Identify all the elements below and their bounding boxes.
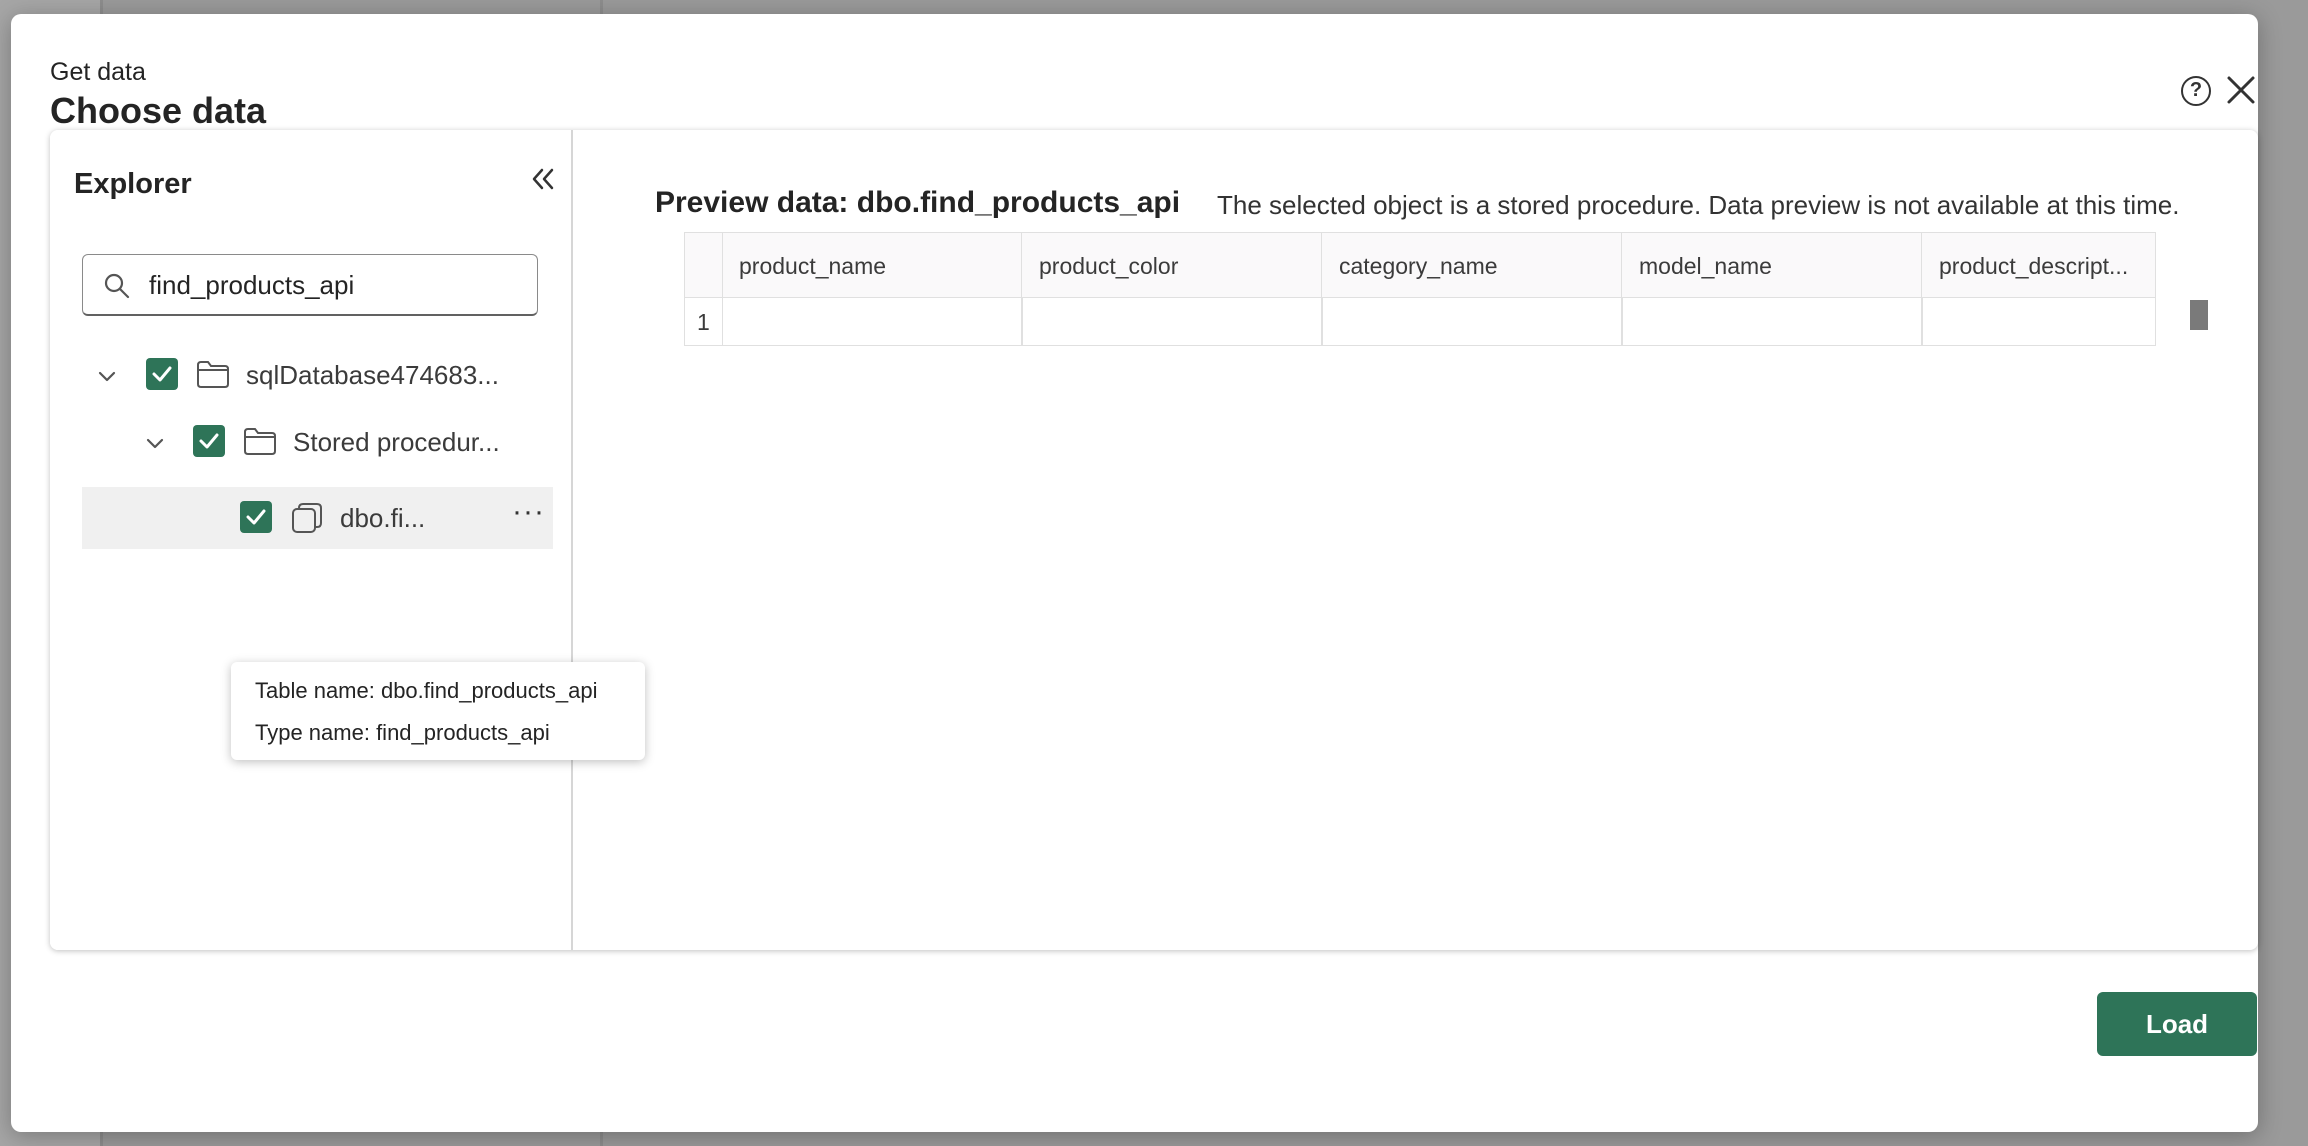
cell-divider bbox=[1021, 297, 1023, 345]
cell-divider bbox=[1921, 297, 1923, 345]
collapse-pane-icon[interactable] bbox=[528, 164, 558, 194]
stored-procedure-icon bbox=[290, 501, 324, 533]
tree-item-label: sqlDatabase474683... bbox=[246, 360, 499, 390]
close-icon[interactable] bbox=[2223, 72, 2259, 108]
dialog-title: Choose data bbox=[50, 90, 267, 131]
preview-grid: product_name product_color category_name… bbox=[684, 232, 2156, 346]
get-data-dialog: Get data Choose data ? Explorer find_pro… bbox=[11, 14, 2258, 1132]
search-input[interactable] bbox=[149, 265, 519, 305]
preview-title: Preview data: dbo.find_products_api bbox=[655, 186, 1181, 219]
column-header[interactable]: product_descript... bbox=[1922, 233, 2155, 297]
folder-icon bbox=[243, 426, 277, 456]
explorer-pane: Explorer sqlDa bbox=[50, 130, 645, 950]
cell-divider bbox=[1321, 297, 1323, 345]
folder-icon bbox=[196, 359, 230, 389]
dialog-subtitle: Get data bbox=[50, 58, 146, 86]
more-options-icon[interactable]: ··· bbox=[512, 495, 545, 529]
search-icon bbox=[103, 272, 131, 300]
tree-checkbox[interactable] bbox=[146, 358, 178, 390]
tree-item-label: dbo.fi... bbox=[340, 503, 426, 533]
grid-scroll-thumb[interactable] bbox=[2190, 300, 2208, 330]
tree-item-procedure[interactable]: dbo.fi... ··· bbox=[82, 487, 553, 549]
tree-item-database[interactable]: sqlDatabase474683... bbox=[50, 343, 571, 405]
preview-pane: Preview data: dbo.find_products_api The … bbox=[573, 130, 2258, 950]
tree-item-label: Stored procedur... bbox=[293, 427, 500, 457]
chevron-down-icon[interactable] bbox=[96, 365, 118, 387]
preview-message: The selected object is a stored procedur… bbox=[1217, 190, 2180, 220]
column-header[interactable]: model_name bbox=[1622, 233, 1922, 297]
load-button[interactable]: Load bbox=[2097, 992, 2257, 1056]
cell-divider bbox=[1621, 297, 1623, 345]
tooltip-type-name: Type name: find_products_api bbox=[255, 720, 550, 745]
search-box[interactable] bbox=[82, 254, 538, 316]
tree-item-stored-procedures[interactable]: Stored procedur... bbox=[50, 412, 571, 474]
tree-checkbox[interactable] bbox=[240, 501, 272, 533]
item-tooltip: Table name: dbo.find_products_api Type n… bbox=[231, 662, 645, 760]
explorer-title: Explorer bbox=[74, 168, 192, 200]
column-header[interactable]: product_name bbox=[722, 233, 1022, 297]
help-icon[interactable]: ? bbox=[2181, 76, 2211, 106]
column-header[interactable]: product_color bbox=[1022, 233, 1322, 297]
content-panel: Explorer sqlDa bbox=[50, 130, 2258, 950]
row-number: 1 bbox=[697, 309, 710, 335]
chevron-down-icon[interactable] bbox=[144, 432, 166, 454]
tree-checkbox[interactable] bbox=[193, 425, 225, 457]
column-header[interactable]: category_name bbox=[1322, 233, 1622, 297]
tooltip-table-name: Table name: dbo.find_products_api bbox=[255, 678, 598, 703]
